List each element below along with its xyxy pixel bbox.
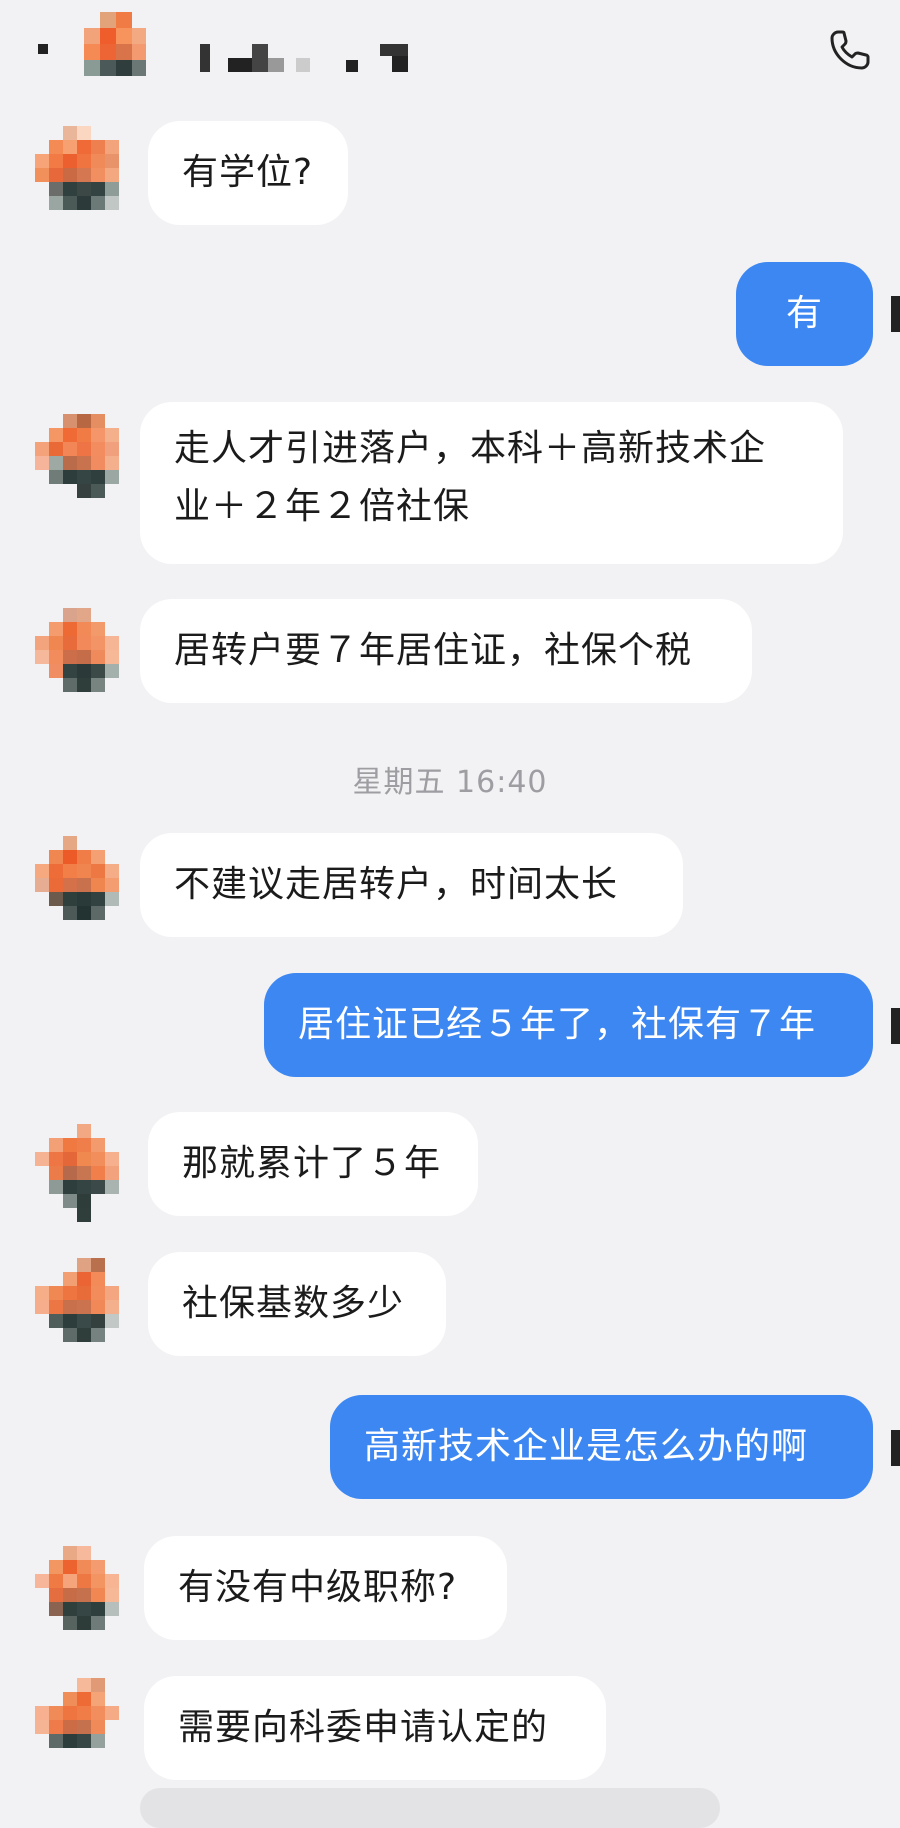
phone-icon[interactable] <box>826 26 874 74</box>
message-bubble-incoming[interactable]: 有没有中级职称? <box>144 1536 507 1640</box>
message-bubble-incoming[interactable]: 社保基数多少 <box>148 1252 446 1356</box>
next-message-bubble[interactable] <box>140 1788 720 1828</box>
message-text: 业＋２年２倍社保 <box>174 486 471 527</box>
contact-avatar[interactable] <box>35 1546 133 1644</box>
contact-avatar[interactable] <box>35 608 133 706</box>
message-bubble-outgoing[interactable]: 居住证已经５年了，社保有７年 <box>264 973 873 1077</box>
message-text: 居住证已经５年了，社保有７年 <box>298 1004 817 1045</box>
message-bubble-incoming[interactable]: 需要向科委申请认定的 <box>144 1676 606 1780</box>
message-text: 那就累计了５年 <box>182 1143 442 1184</box>
message-text: 有学位? <box>182 152 314 193</box>
chat-header <box>0 0 900 110</box>
contact-avatar[interactable] <box>35 1258 133 1356</box>
contact-avatar[interactable] <box>35 414 133 512</box>
message-bubble-incoming[interactable]: 不建议走居转户，时间太长 <box>140 833 683 937</box>
read-status-marker <box>891 1430 900 1466</box>
message-text: 有 <box>785 293 823 334</box>
message-text: 需要向科委申请认定的 <box>178 1707 549 1748</box>
contact-avatar[interactable] <box>35 836 133 934</box>
message-text: 不建议走居转户，时间太长 <box>174 864 619 905</box>
contact-avatar[interactable] <box>35 1124 133 1222</box>
message-bubble-incoming[interactable]: 有学位? <box>148 121 348 225</box>
contact-avatar[interactable] <box>35 126 133 224</box>
read-status-marker <box>891 296 900 332</box>
message-text: 走人才引进落户，本科＋高新技术企 <box>174 428 767 469</box>
message-text: 高新技术企业是怎么办的啊 <box>364 1426 809 1467</box>
message-bubble-outgoing[interactable]: 高新技术企业是怎么办的啊 <box>330 1395 873 1499</box>
message-bubble-outgoing[interactable]: 有 <box>736 262 873 366</box>
message-bubble-incoming[interactable]: 那就累计了５年 <box>148 1112 478 1216</box>
read-status-marker <box>891 1008 900 1044</box>
contact-avatar[interactable] <box>35 1678 133 1776</box>
message-text: 居转户要７年居住证，社保个税 <box>174 630 693 671</box>
message-bubble-incoming[interactable]: 居转户要７年居住证，社保个税 <box>140 599 752 703</box>
message-text: 社保基数多少 <box>182 1283 405 1324</box>
timestamp-divider: 星期五 16:40 <box>352 765 548 800</box>
message-bubble-incoming[interactable]: 走人才引进落户，本科＋高新技术企 业＋２年２倍社保 <box>140 402 843 564</box>
message-text: 有没有中级职称? <box>178 1567 458 1608</box>
